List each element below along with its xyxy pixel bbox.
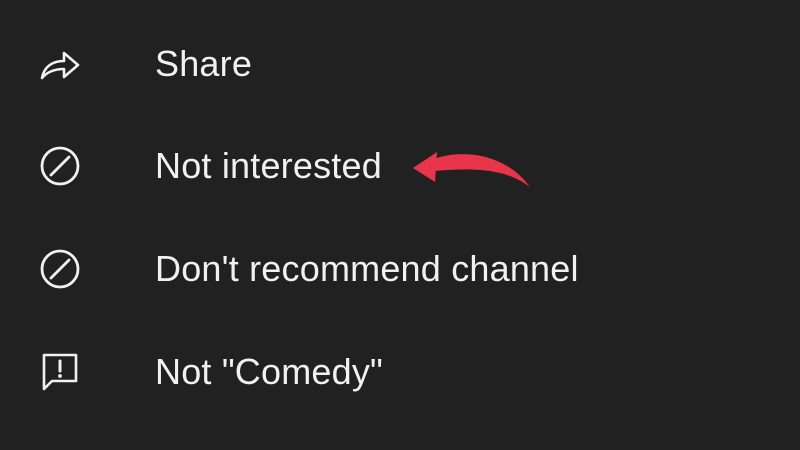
menu-item-label-not-interested: Not interested: [155, 145, 382, 186]
not-interested-icon: [36, 142, 84, 190]
menu-item-not-interested[interactable]: Not interested: [0, 126, 800, 206]
report-icon: [36, 348, 84, 396]
block-icon: [36, 245, 84, 293]
menu-item-share[interactable]: Share: [0, 24, 800, 104]
menu-item-label-dont-recommend-channel: Don't recommend channel: [155, 248, 579, 289]
context-menu: Share Not interested Don't recommend cha…: [0, 0, 800, 450]
menu-item-not-comedy[interactable]: Not "Comedy": [0, 332, 800, 412]
menu-item-label-share: Share: [155, 43, 253, 84]
menu-item-label-not-comedy: Not "Comedy": [155, 351, 384, 392]
red-arrow-icon: [413, 152, 530, 187]
menu-item-dont-recommend-channel[interactable]: Don't recommend channel: [0, 229, 800, 309]
share-icon: [36, 40, 84, 88]
